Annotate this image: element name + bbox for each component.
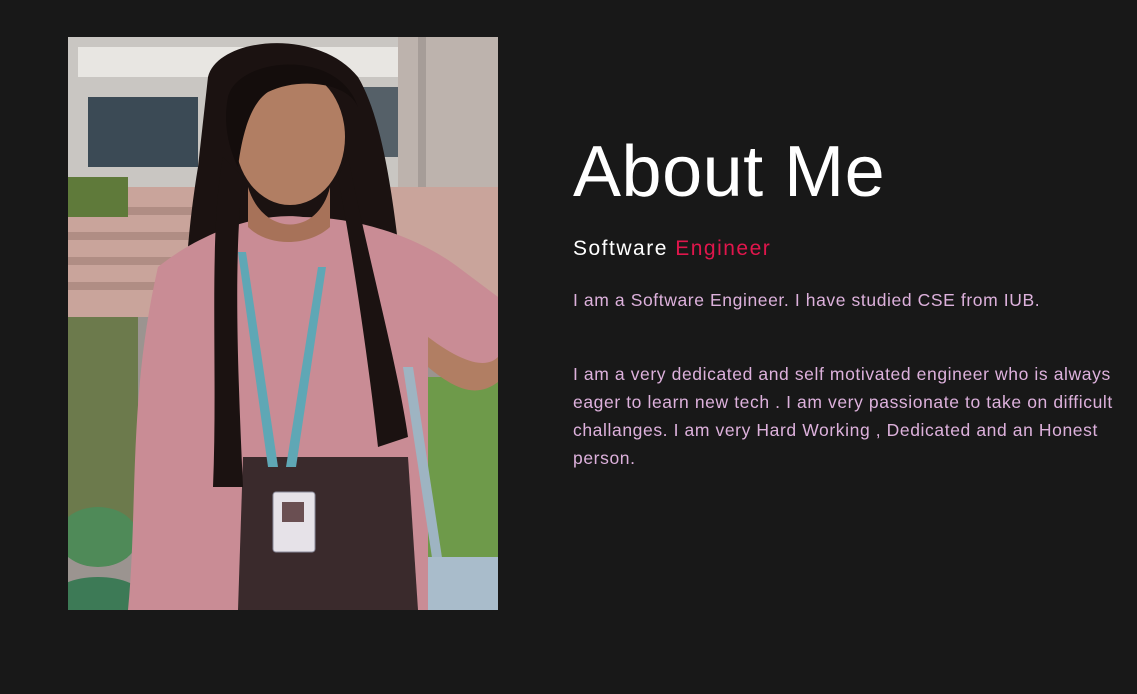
bio-paragraph: I am a very dedicated and self motivated… <box>573 364 1113 468</box>
about-section: About Me Software Engineer I am a Softwa… <box>0 0 1137 694</box>
about-text-block: About Me Software Engineer I am a Softwa… <box>573 128 1128 472</box>
role-subtitle: Software Engineer <box>573 236 1128 262</box>
page-title: About Me <box>573 132 886 212</box>
intro-paragraph: I am a Software Engineer. I have studied… <box>573 290 1041 310</box>
role-highlight: Engineer <box>675 237 772 260</box>
role-prefix: Software <box>573 237 668 260</box>
profile-photo <box>68 37 498 610</box>
